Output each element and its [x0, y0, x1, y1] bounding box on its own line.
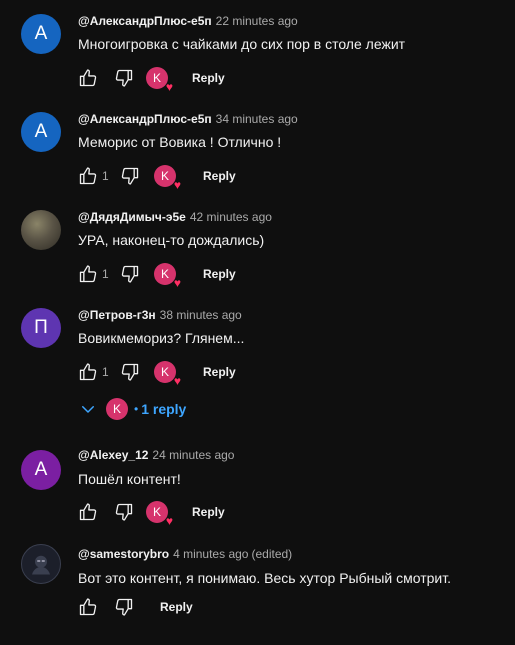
author-name[interactable]: @Alexey_12: [78, 448, 148, 462]
author-name[interactable]: @Петров-г3н: [78, 308, 156, 322]
chevron-down-icon: [78, 399, 98, 419]
comment-text: Меморис от Вовика ! Отлично !: [78, 134, 282, 150]
like-button[interactable]: [78, 597, 98, 617]
reply-button[interactable]: Reply: [203, 365, 236, 379]
replies-count-label: 1 reply: [141, 401, 187, 417]
avatar[interactable]: А: [21, 14, 61, 54]
timestamp[interactable]: 34 minutes ago: [216, 112, 298, 126]
heart-icon: ♥: [165, 80, 173, 94]
avatar-letter: П: [34, 317, 48, 338]
heart-icon: ♥: [173, 276, 181, 290]
creator-heart-badge[interactable]: K ♥: [154, 263, 181, 289]
creator-heart-badge[interactable]: K ♥: [154, 361, 181, 387]
action-bar: 1 K ♥ Reply: [78, 262, 236, 289]
author-name[interactable]: @samestorybro: [78, 547, 169, 561]
action-bar: 1 K ♥ Reply: [78, 164, 236, 191]
like-count: 1: [102, 365, 109, 379]
like-button[interactable]: [78, 502, 98, 522]
timestamp[interactable]: 4 minutes ago: [173, 547, 248, 561]
dislike-button[interactable]: [120, 362, 140, 382]
like-button[interactable]: [78, 166, 98, 186]
thumbs-up-icon: [79, 167, 97, 185]
heart-icon: ♥: [165, 514, 173, 528]
timestamp[interactable]: 22 minutes ago: [216, 14, 298, 28]
dislike-button[interactable]: [114, 502, 134, 522]
dislike-button[interactable]: [120, 166, 140, 186]
hooded-figure-icon: [32, 555, 50, 575]
creator-heart-badge[interactable]: K ♥: [154, 165, 181, 191]
avatar[interactable]: [21, 210, 61, 250]
comment-text: Многоигровка с чайками до сих пор в стол…: [78, 36, 406, 52]
reply-button[interactable]: Reply: [160, 600, 193, 614]
comment-text: УРА, наконец-то дождались): [78, 232, 265, 248]
creator-avatar-letter: K: [160, 267, 169, 281]
action-bar: K ♥ Reply: [78, 66, 225, 93]
creator-avatar-letter: K: [152, 71, 161, 85]
avatar-letter: А: [34, 121, 48, 142]
dislike-button[interactable]: [114, 68, 134, 88]
comment-header: @АлександрПлюс-е5п 34 minutes ago: [78, 112, 298, 126]
thumbs-down-icon: [121, 265, 139, 283]
like-count: 1: [102, 169, 109, 183]
creator-avatar-letter: K: [112, 402, 121, 416]
avatar-letter: А: [34, 23, 48, 44]
author-name[interactable]: @ДядяДимыч-э5е: [78, 210, 186, 224]
avatar[interactable]: A: [21, 450, 61, 490]
thumbs-down-icon: [121, 167, 139, 185]
dislike-button[interactable]: [114, 597, 134, 617]
avatar[interactable]: П: [21, 308, 61, 348]
creator-heart-badge[interactable]: K ♥: [146, 67, 173, 93]
like-button[interactable]: [78, 68, 98, 88]
thumbs-down-icon: [121, 363, 139, 381]
timestamp[interactable]: 42 minutes ago: [190, 210, 272, 224]
comment-header: @АлександрПлюс-е5п 22 minutes ago: [78, 14, 298, 28]
reply-button[interactable]: Reply: [192, 71, 225, 85]
dislike-button[interactable]: [120, 264, 140, 284]
comment-header: @ДядяДимыч-э5е 42 minutes ago: [78, 210, 272, 224]
comment-text: Вовикмемориз? Глянем...: [78, 330, 245, 346]
author-name[interactable]: @АлександрПлюс-е5п: [78, 14, 212, 28]
author-name[interactable]: @АлександрПлюс-е5п: [78, 112, 212, 126]
comment-header: @Alexey_12 24 minutes ago: [78, 448, 234, 462]
timestamp[interactable]: 38 minutes ago: [160, 308, 242, 322]
action-bar: Reply: [78, 595, 193, 619]
view-replies-button[interactable]: K • 1 reply: [78, 397, 186, 421]
thumbs-up-icon: [79, 598, 97, 616]
creator-avatar-letter: K: [160, 365, 169, 379]
like-count: 1: [102, 267, 109, 281]
heart-icon: ♥: [173, 178, 181, 192]
reply-button[interactable]: Reply: [203, 267, 236, 281]
comment-header: @samestorybro 4 minutes ago (edited): [78, 547, 292, 561]
thumbs-up-icon: [79, 69, 97, 87]
edited-label: (edited): [251, 547, 293, 561]
comment-text: Пошёл контент!: [78, 471, 181, 487]
thumbs-down-icon: [115, 69, 133, 87]
thumbs-up-icon: [79, 363, 97, 381]
reply-button[interactable]: Reply: [203, 169, 236, 183]
creator-reply-avatar: K: [106, 398, 128, 420]
reply-button[interactable]: Reply: [192, 505, 225, 519]
avatar-letter: A: [34, 459, 48, 480]
thumbs-down-icon: [115, 598, 133, 616]
like-button[interactable]: [78, 362, 98, 382]
comment-header: @Петров-г3н 38 minutes ago: [78, 308, 242, 322]
heart-icon: ♥: [173, 374, 181, 388]
creator-avatar-letter: K: [152, 505, 161, 519]
avatar[interactable]: [21, 544, 61, 584]
action-bar: 1 K ♥ Reply: [78, 360, 236, 387]
avatar[interactable]: А: [21, 112, 61, 152]
thumbs-up-icon: [79, 265, 97, 283]
creator-heart-badge[interactable]: K ♥: [146, 501, 173, 527]
comment-text: Вот это контент, я понимаю. Весь хутор Р…: [78, 570, 451, 586]
replies-separator: •: [134, 402, 139, 416]
creator-avatar-letter: K: [160, 169, 169, 183]
thumbs-down-icon: [115, 503, 133, 521]
timestamp[interactable]: 24 minutes ago: [152, 448, 234, 462]
thumbs-up-icon: [79, 503, 97, 521]
like-button[interactable]: [78, 264, 98, 284]
action-bar: K ♥ Reply: [78, 500, 225, 527]
